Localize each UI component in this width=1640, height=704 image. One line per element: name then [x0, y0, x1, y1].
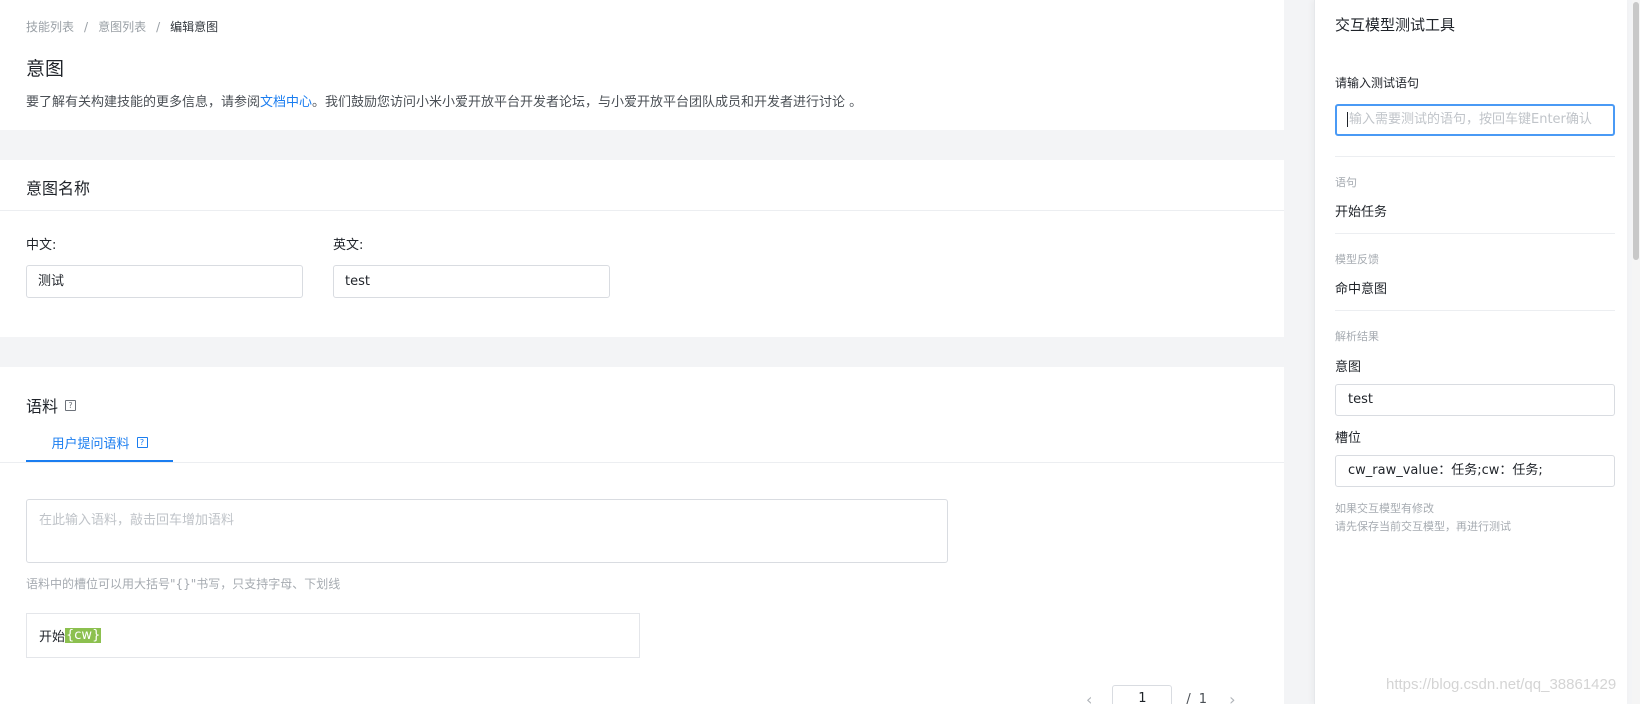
- slot-tag: {cw}: [65, 628, 102, 643]
- test-note-line-1: 如果交互模型有修改: [1335, 502, 1434, 515]
- divider: [1335, 233, 1615, 234]
- breadcrumb-item-intent-list[interactable]: 意图列表: [98, 18, 146, 35]
- divider: [0, 210, 1284, 211]
- result-slot-field: cw_raw_value：任务;cw：任务;: [1335, 455, 1615, 487]
- breadcrumb-item-skill-list[interactable]: 技能列表: [26, 18, 74, 35]
- description-text-tail: 。我们鼓励您访问小米小爱开放平台开发者论坛，与小爱开放平台团队成员和开发者进行讨…: [312, 95, 863, 110]
- corpus-card: 语料 ? 用户提问语料 ? 在此输入语料，敲击回车增加语料 语料中的槽位可以用大…: [0, 367, 1284, 704]
- corpus-title-text: 语料: [26, 397, 59, 416]
- tabs-divider: [0, 462, 1284, 463]
- test-input-label: 请输入测试语句: [1335, 76, 1420, 90]
- corpus-input[interactable]: 在此输入语料，敲击回车增加语料: [26, 499, 948, 563]
- help-icon[interactable]: ?: [65, 399, 77, 411]
- chevron-left-icon[interactable]: ‹: [1086, 690, 1092, 704]
- chinese-label: 中文:: [26, 238, 57, 253]
- sentence-label: 语句: [1335, 176, 1357, 189]
- main-content: 技能列表 / 意图列表 / 编辑意图 意图 要了解有关构建技能的更多信息，请参阅…: [0, 0, 1284, 704]
- text-caret: [1347, 112, 1348, 127]
- test-sentence-input[interactable]: 输入需要测试的语句，按回车键Enter确认: [1335, 104, 1615, 136]
- test-tool-panel: 交互模型测试工具 请输入测试语句 输入需要测试的语句，按回车键Enter确认 语…: [1314, 0, 1627, 704]
- scrollbar-thumb[interactable]: [1633, 2, 1639, 260]
- result-label: 解析结果: [1335, 330, 1379, 343]
- breadcrumb-separator: /: [84, 19, 89, 34]
- help-icon[interactable]: ?: [136, 436, 148, 448]
- divider: [1335, 310, 1615, 311]
- breadcrumb: 技能列表 / 意图列表 / 编辑意图: [26, 18, 218, 35]
- divider: [1335, 156, 1615, 157]
- page-total: 1: [1198, 691, 1208, 704]
- page-title: 意图: [26, 58, 65, 80]
- corpus-item-text: 开始: [39, 630, 66, 645]
- pagination: ‹ 1 / 1 ›: [1086, 685, 1235, 704]
- chinese-name-input[interactable]: 测试: [26, 265, 303, 298]
- tab-label: 用户提问语料: [51, 436, 130, 452]
- intent-name-card: 意图名称 中文: 测试 英文: test: [0, 160, 1284, 337]
- intent-name-title: 意图名称: [26, 179, 91, 198]
- result-slot-label: 槽位: [1335, 431, 1362, 446]
- result-intent-label: 意图: [1335, 360, 1362, 375]
- test-input-placeholder: 输入需要测试的语句，按回车键Enter确认: [1349, 112, 1592, 127]
- description-text: 要了解有关构建技能的更多信息，请参阅: [26, 95, 261, 110]
- docs-center-link[interactable]: 文档中心: [260, 95, 312, 110]
- scrollbar[interactable]: [1632, 0, 1640, 704]
- chevron-right-icon[interactable]: ›: [1229, 690, 1235, 704]
- feedback-value: 命中意图: [1335, 282, 1388, 297]
- page-description: 要了解有关构建技能的更多信息，请参阅文档中心。我们鼓励您访问小米小爱开放平台开发…: [26, 91, 862, 110]
- english-name-input[interactable]: test: [333, 265, 610, 298]
- test-note-line-2: 请先保存当前交互模型，再进行测试: [1335, 520, 1511, 533]
- page-separator: /: [1186, 691, 1191, 704]
- watermark: https://blog.csdn.net/qq_38861429: [1386, 676, 1617, 693]
- result-intent-field: test: [1335, 384, 1615, 416]
- tab-user-utterances[interactable]: 用户提问语料 ?: [26, 424, 173, 462]
- page-number-input[interactable]: 1: [1112, 685, 1173, 704]
- page-header: 技能列表 / 意图列表 / 编辑意图 意图 要了解有关构建技能的更多信息，请参阅…: [0, 0, 1284, 130]
- corpus-title: 语料 ?: [26, 393, 77, 417]
- test-panel-title: 交互模型测试工具: [1335, 16, 1456, 34]
- corpus-hint: 语料中的槽位可以用大括号"{}"书写，只支持字母、下划线: [26, 577, 341, 591]
- sentence-value: 开始任务: [1335, 205, 1388, 220]
- breadcrumb-current: 编辑意图: [170, 20, 219, 34]
- english-label: 英文:: [333, 238, 364, 253]
- breadcrumb-separator: /: [156, 19, 161, 34]
- feedback-label: 模型反馈: [1335, 253, 1379, 266]
- corpus-list-item[interactable]: 开始 {cw}: [26, 613, 640, 658]
